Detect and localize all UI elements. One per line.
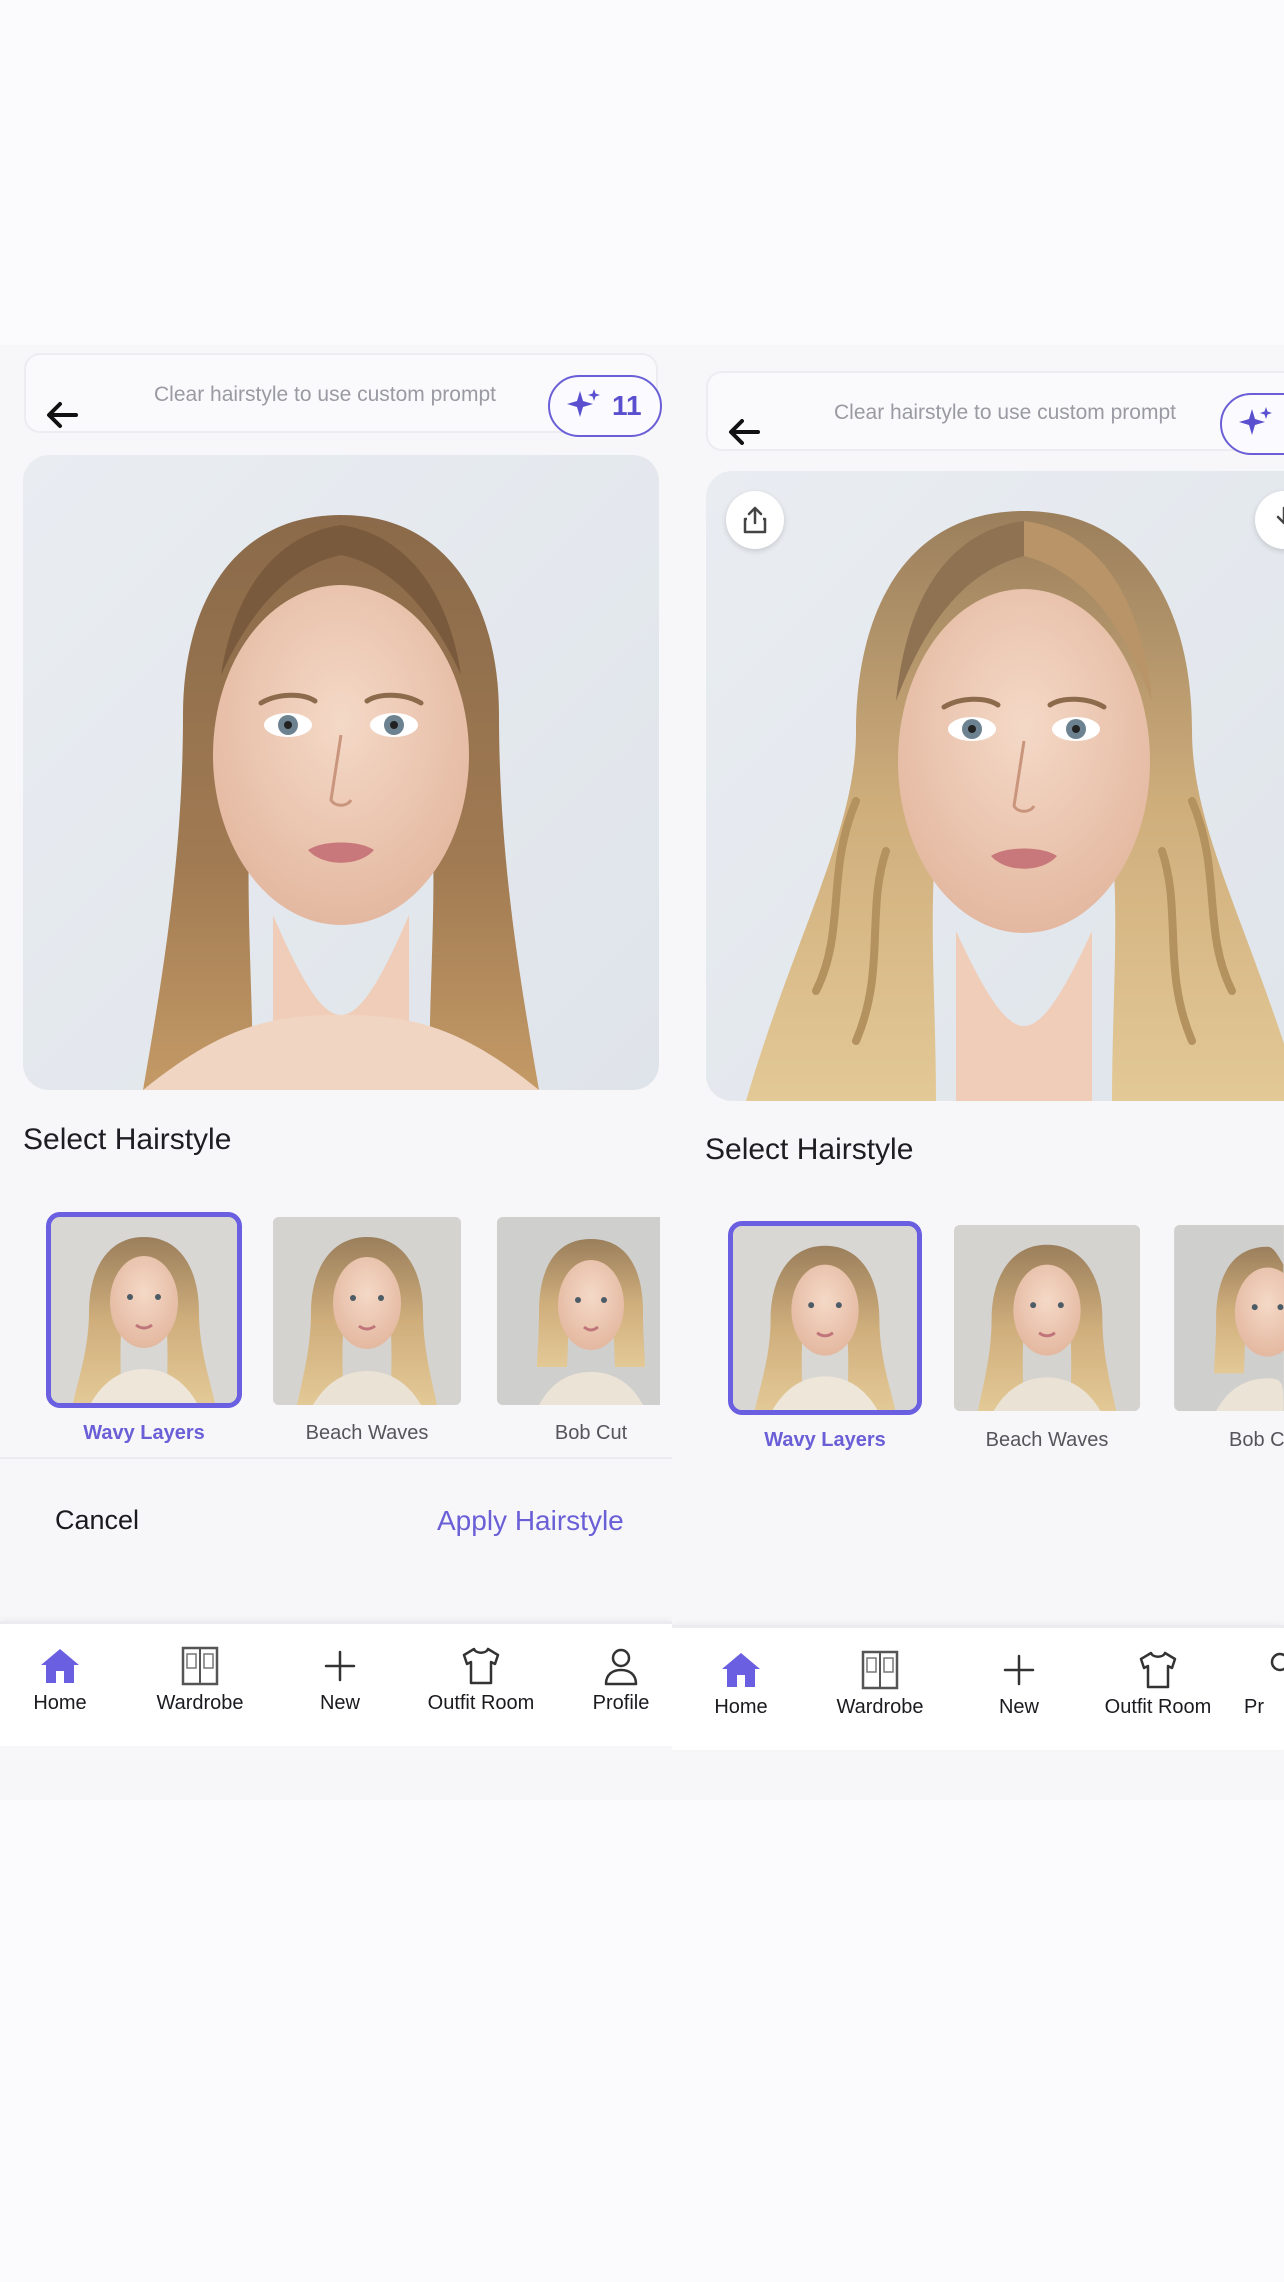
wardrobe-icon bbox=[861, 1650, 899, 1690]
hairstyle-label: Beach Waves bbox=[305, 1422, 429, 1444]
credits-button[interactable]: 11 bbox=[548, 375, 662, 437]
divider bbox=[0, 1457, 672, 1459]
tab-label: Profile bbox=[592, 1692, 650, 1714]
tab-label: Home bbox=[714, 1696, 768, 1718]
share-icon bbox=[743, 506, 767, 534]
back-arrow-icon[interactable] bbox=[42, 395, 82, 435]
tab-bar: Home Wardrobe New Outfit Room Profile bbox=[0, 1621, 672, 1746]
tab-bar: Home Wardrobe New Outfit Room Pr bbox=[672, 1625, 1284, 1750]
tab-label: Pr bbox=[1244, 1696, 1264, 1718]
tab-label: Outfit Room bbox=[427, 1692, 535, 1714]
hairstyle-label: Bob C bbox=[1229, 1429, 1284, 1451]
prompt-placeholder: Clear hairstyle to use custom prompt bbox=[834, 401, 1176, 424]
tab-home[interactable]: Home bbox=[681, 1650, 801, 1719]
tab-wardrobe[interactable]: Wardrobe bbox=[140, 1646, 260, 1715]
tab-profile[interactable]: Pr bbox=[1244, 1650, 1284, 1719]
tab-label: Outfit Room bbox=[1104, 1696, 1212, 1718]
hairstyle-thumb-bob-cut[interactable] bbox=[497, 1217, 660, 1405]
tshirt-icon bbox=[462, 1647, 500, 1685]
apply-hairstyle-button[interactable]: Apply Hairstyle bbox=[437, 1505, 624, 1537]
prompt-bar[interactable]: Clear hairstyle to use custom prompt bbox=[706, 371, 1284, 451]
hairstyle-thumb-beach-waves[interactable] bbox=[954, 1225, 1140, 1411]
hairstyle-thumb-wavy-layers[interactable] bbox=[46, 1212, 242, 1408]
tab-home[interactable]: Home bbox=[0, 1646, 120, 1715]
credits-count: 11 bbox=[612, 390, 642, 421]
hairstyle-label: Bob Cut bbox=[554, 1422, 628, 1444]
tab-label: Home bbox=[33, 1692, 87, 1714]
wardrobe-icon bbox=[181, 1646, 219, 1686]
prompt-placeholder: Clear hairstyle to use custom prompt bbox=[154, 383, 496, 406]
profile-icon bbox=[1270, 1652, 1284, 1672]
share-button[interactable] bbox=[726, 491, 784, 549]
cancel-button[interactable]: Cancel bbox=[55, 1505, 139, 1536]
plus-icon bbox=[1003, 1654, 1035, 1686]
credits-button[interactable] bbox=[1220, 393, 1284, 455]
left-screen: Clear hairstyle to use custom prompt 11 bbox=[0, 345, 672, 1800]
hairstyle-thumb-beach-waves[interactable] bbox=[273, 1217, 461, 1405]
back-arrow-icon[interactable] bbox=[724, 412, 764, 452]
tab-new[interactable]: New bbox=[280, 1646, 400, 1715]
tab-label: Wardrobe bbox=[156, 1692, 244, 1714]
hairstyle-thumb-bob-cut[interactable] bbox=[1174, 1225, 1284, 1411]
hairstyle-label: Wavy Layers bbox=[764, 1429, 886, 1451]
result-photo bbox=[706, 471, 1284, 1101]
tab-outfit-room[interactable]: Outfit Room bbox=[420, 1646, 542, 1715]
portrait-photo bbox=[23, 455, 659, 1090]
tab-outfit-room[interactable]: Outfit Room bbox=[1097, 1650, 1219, 1719]
right-screen: Clear hairstyle to use custom prompt Sel… bbox=[672, 345, 1284, 1800]
hairstyle-thumb-wavy-layers[interactable] bbox=[728, 1221, 922, 1415]
home-icon bbox=[722, 1653, 760, 1687]
tab-wardrobe[interactable]: Wardrobe bbox=[820, 1650, 940, 1719]
hairstyle-label: Wavy Layers bbox=[83, 1422, 205, 1444]
tab-label: New bbox=[319, 1692, 360, 1714]
section-title: Select Hairstyle bbox=[23, 1123, 232, 1156]
plus-icon bbox=[324, 1650, 356, 1682]
tab-profile[interactable]: Profile bbox=[561, 1646, 672, 1715]
tab-label: Wardrobe bbox=[836, 1696, 924, 1718]
download-icon bbox=[1276, 506, 1284, 525]
home-icon bbox=[41, 1649, 79, 1683]
hairstyle-label: Beach Waves bbox=[985, 1429, 1109, 1451]
tab-new[interactable]: New bbox=[959, 1650, 1079, 1719]
section-title: Select Hairstyle bbox=[705, 1133, 914, 1166]
profile-icon bbox=[604, 1648, 638, 1686]
sparkles-icon bbox=[566, 387, 602, 426]
tshirt-icon bbox=[1139, 1651, 1177, 1689]
sparkles-icon bbox=[1238, 405, 1274, 444]
tab-label: New bbox=[998, 1696, 1039, 1718]
